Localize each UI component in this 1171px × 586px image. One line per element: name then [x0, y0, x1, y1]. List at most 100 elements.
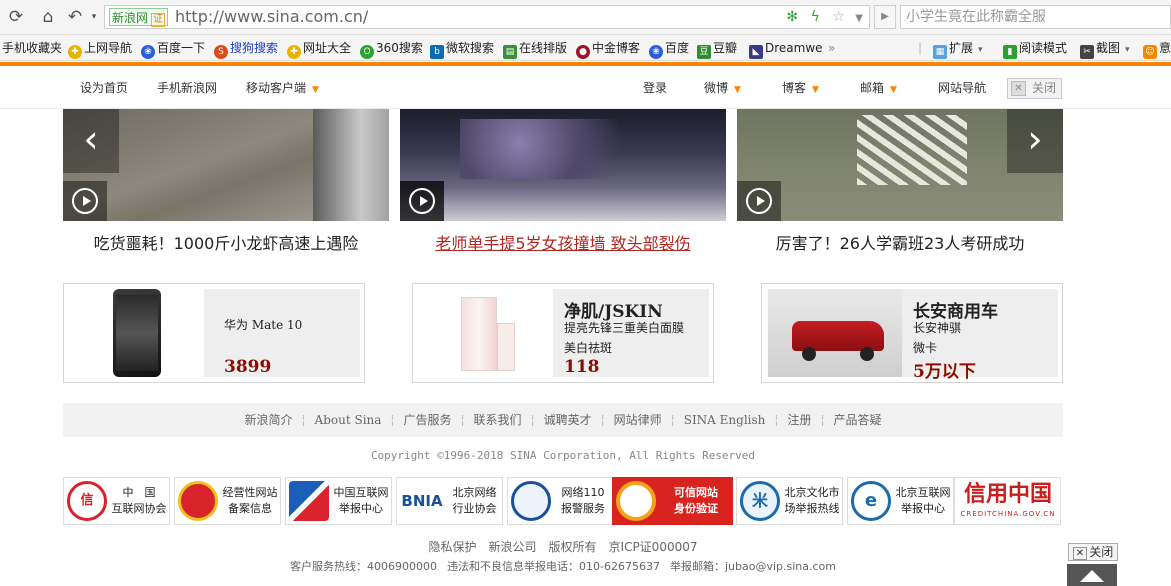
go-button[interactable]: ▶: [874, 5, 896, 29]
footer-link[interactable]: 产品答疑: [834, 413, 882, 427]
footer-link[interactable]: 新浪简介: [244, 413, 292, 427]
carousel-prev-button[interactable]: ‹: [63, 109, 119, 173]
sina-top-nav: 设为首页 手机新浪网 移动客户端 ▼ 登录 微博 ▼ 博客 ▼ 邮箱 ▼ 网站导航 ✕ 关…: [0, 66, 1171, 109]
ad-card-changan[interactable]: 长安商用车 长安神骐 微卡 5万以下: [761, 283, 1063, 383]
divider: ¦: [820, 413, 825, 427]
360-icon: O: [360, 45, 374, 59]
weibo-menu[interactable]: 微博 ▼: [704, 81, 741, 97]
dreamweaver-icon: ◣: [749, 45, 763, 59]
video-caption-1[interactable]: 吃货噩耗！1000斤小龙虾高速上遇险: [63, 233, 389, 255]
service-hotline: 客户服务热线：4006900000: [290, 560, 438, 573]
bookmark-item[interactable]: S 搜狗搜索: [214, 39, 278, 59]
carousel-next-button[interactable]: ›: [1007, 109, 1063, 173]
bookmark-item[interactable]: ● 中金博客: [576, 39, 640, 59]
footer-link[interactable]: 注册: [787, 413, 811, 427]
badge-label: 北京网络 行业协会: [452, 486, 497, 515]
extensions-button[interactable]: ▦ 扩展 ▾: [933, 39, 983, 59]
set-homepage-link[interactable]: 设为首页: [80, 81, 128, 95]
hao-site-icon: ✚: [287, 45, 301, 59]
bookmark-item[interactable]: O 360搜索: [360, 39, 423, 59]
car-shape: [313, 109, 389, 221]
site-nav-link[interactable]: 网站导航: [938, 81, 986, 95]
badge-label: 可信网站 身份验证: [674, 486, 718, 515]
play-icon[interactable]: [400, 181, 444, 221]
copyright-text: Copyright ©1996-2018 SINA Corporation, A…: [370, 449, 756, 462]
bookmark-item[interactable]: ❀ 百度: [649, 39, 689, 59]
badge-isc[interactable]: 信 中 国 互联网协会: [63, 477, 170, 525]
badge-label: 网络110 报警服务: [561, 486, 605, 515]
close-bottom-button[interactable]: ✕ 关闭: [1068, 543, 1118, 561]
bookmark-label: 手机收藏夹: [2, 41, 63, 55]
bookmark-item[interactable]: b 微软搜索: [430, 39, 494, 59]
copyright-link[interactable]: 版权所有: [549, 540, 597, 554]
footer-link[interactable]: 广告服务: [403, 413, 451, 427]
company-link[interactable]: 新浪公司: [489, 540, 537, 554]
privacy-link[interactable]: 隐私保护: [428, 540, 476, 554]
badge-110[interactable]: 网络110 报警服务: [507, 477, 614, 525]
mobile-client-menu[interactable]: 移动客户端 ▼: [246, 81, 319, 97]
footer-link[interactable]: About Sina: [315, 413, 382, 427]
play-icon[interactable]: [63, 181, 107, 221]
badge-bnia[interactable]: BNIA 北京网络 行业协会: [396, 477, 503, 525]
mail-menu[interactable]: 邮箱 ▼: [860, 81, 897, 97]
footer-link[interactable]: SINA English: [684, 413, 766, 427]
badge-credit-china[interactable]: 信用中国 CREDITCHINA.GOV.CN: [954, 477, 1061, 525]
video-caption-2[interactable]: 老师单手提5岁女孩撞墙 致头部裂伤: [400, 233, 726, 255]
reading-mode-button[interactable]: ▮ 阅读模式: [1003, 39, 1067, 59]
bookmark-item[interactable]: ❀ 百度一下: [141, 39, 205, 59]
divider: ¦: [460, 413, 465, 427]
badge-trusted-site[interactable]: 可信网站 身份验证: [612, 477, 733, 525]
hotline-info: 客户服务热线：4006900000 违法和不良信息举报电话：010-6267563…: [0, 558, 1126, 574]
back-to-top-button[interactable]: [1067, 564, 1117, 586]
home-icon[interactable]: ⌂: [37, 6, 59, 28]
badge-report-center[interactable]: 中国互联网 举报中心: [285, 477, 392, 525]
badge-icp[interactable]: 经营性网站 备案信息: [174, 477, 281, 525]
ad-price: 3899: [224, 357, 272, 377]
chevron-down-icon[interactable]: ▾: [88, 6, 100, 28]
bookmark-item[interactable]: 手机收藏夹: [2, 39, 62, 57]
police-emblem-icon: [178, 481, 218, 521]
undo-icon[interactable]: ↶: [64, 6, 86, 28]
bookmark-item[interactable]: ▤ 在线排版: [503, 39, 567, 59]
url-text[interactable]: http://www.sina.com.cn/: [175, 7, 368, 27]
video-caption-3[interactable]: 厉害了！26人学霸班23人考研成功: [737, 233, 1063, 255]
ad-image: [70, 289, 204, 377]
video-thumbnail-2[interactable]: [400, 109, 726, 221]
dropdown-icon[interactable]: ▼: [855, 13, 863, 24]
bookmark-item[interactable]: 豆豆瓣: [697, 39, 737, 59]
footer-link[interactable]: 诚聘英才: [544, 413, 592, 427]
lightning-icon[interactable]: ϟ: [811, 9, 820, 25]
bookmark-item[interactable]: ✚ 上网导航: [68, 39, 132, 59]
bookmarks-overflow-button[interactable]: »: [828, 39, 835, 57]
feedback-button[interactable]: ☺ 意: [1143, 39, 1171, 59]
site-identity-tag[interactable]: 新浪网证: [109, 8, 169, 27]
beijing-report-icon: e: [851, 481, 891, 521]
star-icon[interactable]: ☆: [832, 9, 845, 25]
badge-beijing-report[interactable]: e 北京互联网 举报中心: [847, 477, 954, 525]
screenshot-label: 截图: [1096, 41, 1121, 55]
security-shield-icon[interactable]: ✻: [786, 9, 798, 25]
login-link[interactable]: 登录: [643, 81, 667, 95]
refresh-icon[interactable]: ⟳: [5, 6, 27, 28]
address-bar[interactable]: 新浪网证 http://www.sina.com.cn/ ✻ ϟ ☆ ▼: [104, 5, 870, 29]
badge-culture-market[interactable]: 米 北京文化市 场举报热线: [736, 477, 843, 525]
bookmark-label: Dreamwe: [765, 41, 823, 55]
ad-product-name: 华为 Mate 10: [224, 318, 303, 332]
box-shape: [497, 323, 515, 371]
trust-seal-icon: 信: [67, 481, 107, 521]
blog-menu[interactable]: 博客 ▼: [782, 81, 819, 97]
mobile-sina-link[interactable]: 手机新浪网: [157, 81, 217, 95]
divider: ¦: [301, 413, 306, 427]
footer-link[interactable]: 网站律师: [614, 413, 662, 427]
search-input[interactable]: 小学生竟在此称霸全服: [900, 5, 1171, 29]
icp-link[interactable]: 京ICP证000007: [609, 540, 698, 554]
bookmark-item[interactable]: ◣ Dreamwe: [749, 39, 823, 59]
footer-link[interactable]: 联系我们: [474, 413, 522, 427]
bookmark-item[interactable]: ✚ 网址大全: [287, 39, 351, 59]
close-top-bar-button[interactable]: ✕ 关闭: [1007, 78, 1062, 99]
play-icon[interactable]: [737, 181, 781, 221]
ad-card-huawei[interactable]: 华为 Mate 10 3899: [63, 283, 365, 383]
report-email[interactable]: 举报邮箱：jubao@vip.sina.com: [670, 560, 836, 573]
screenshot-button[interactable]: ✂ 截图 ▾: [1080, 39, 1130, 59]
ad-card-jskin[interactable]: 净肌/JSKIN 提亮先锋三重美白面膜 美白祛斑 118: [412, 283, 714, 383]
